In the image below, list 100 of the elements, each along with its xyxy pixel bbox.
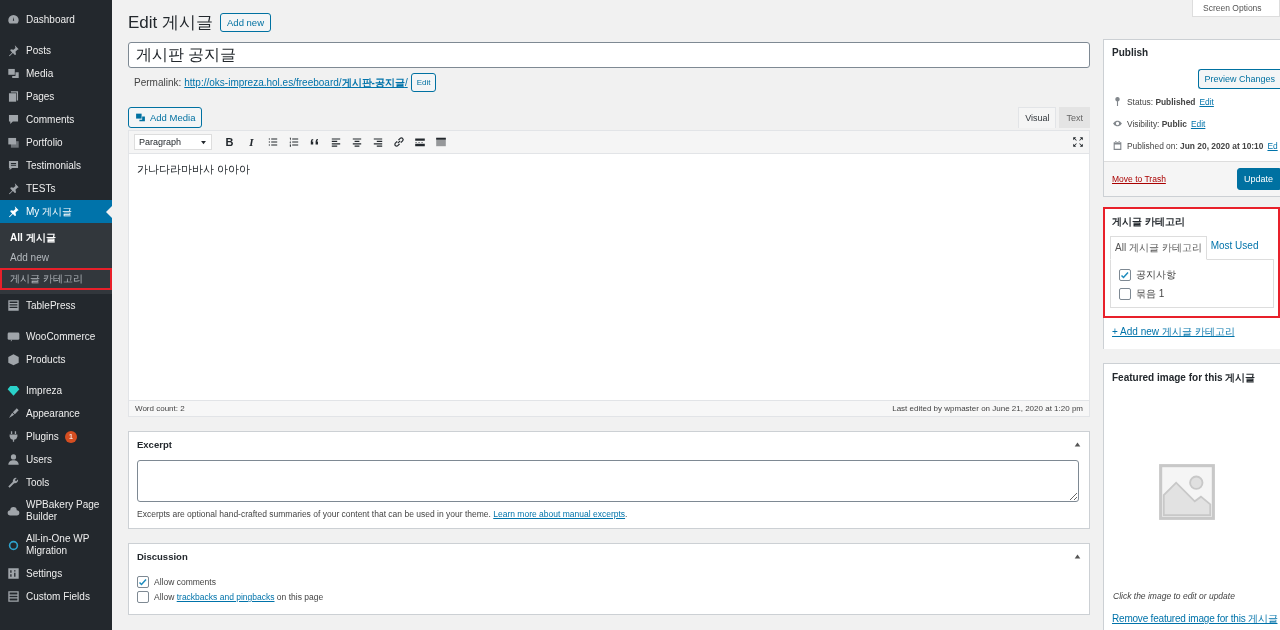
plug-icon (7, 430, 20, 443)
last-edited-note: Last edited by wpmaster on June 21, 2020 at 1:20 pm (892, 404, 1083, 413)
menu-item[interactable]: Appearance (0, 402, 112, 425)
speech-bubble-icon (7, 159, 20, 172)
panel-title: 게시글 카테고리 (1111, 215, 1186, 229)
cloud-icon (7, 504, 20, 518)
pin-icon (7, 44, 20, 57)
media-icon (135, 112, 146, 123)
edit-link[interactable]: Edit (1190, 118, 1206, 129)
pin-icon (1112, 96, 1123, 107)
menu-item[interactable]: Media (0, 62, 112, 85)
pages-icon (7, 90, 20, 103)
checkbox[interactable] (1119, 288, 1131, 300)
caret-icon (200, 138, 207, 146)
read-more-icon[interactable] (414, 136, 426, 148)
calendar-icon (1112, 140, 1123, 151)
menu-item[interactable]: Testimonials (0, 154, 112, 177)
menu-item[interactable]: Dashboard (0, 8, 112, 31)
ring-icon (7, 538, 20, 552)
italic-button[interactable]: I (245, 136, 258, 148)
edit-link[interactable]: Edit (1199, 96, 1214, 107)
editor-text: 가나다라마바사 아아아 (137, 163, 250, 175)
bullet-list-icon[interactable] (267, 136, 279, 148)
add-media-button[interactable]: Add Media (128, 107, 203, 128)
menu-item[interactable]: TESTs (0, 177, 112, 200)
menu-item[interactable]: Settings (0, 562, 112, 585)
dashboard-icon (7, 13, 20, 26)
menu-item[interactable]: Pages (0, 85, 112, 108)
menu-item[interactable]: Custom Fields (0, 585, 112, 608)
menu-item[interactable]: Tools (0, 471, 112, 494)
table-icon (7, 299, 20, 312)
menu-item[interactable]: All-in-One WP Migration (0, 528, 112, 562)
pin-icon (7, 182, 20, 195)
comment-icon (7, 113, 20, 126)
pin-icon (7, 205, 20, 218)
submenu-item[interactable]: Add new (0, 248, 112, 268)
toolbar-toggle-icon[interactable] (435, 136, 447, 148)
submenu-item[interactable]: All 게시글 (0, 228, 112, 248)
brush-icon (7, 407, 20, 420)
permalink-link[interactable]: http://oks-impreza.hol.es/freeboard/게시판-공지글/ (184, 75, 408, 90)
add-new-button[interactable]: Add new (220, 13, 271, 32)
panel-title: Featured image for this 게시글 (1111, 371, 1257, 385)
woo-icon (7, 330, 20, 343)
help-text: Excerpts are optional hand-crafted summaries of your content that can be used in your theme. Learn more about manual excerpts. (137, 509, 629, 519)
checkbox[interactable] (137, 576, 149, 588)
menu-item[interactable]: Impreza (0, 379, 112, 402)
sliders-icon (7, 567, 20, 580)
edit-link[interactable]: Ed (1267, 140, 1278, 151)
menu-item[interactable]: WPBakery Page Builder (0, 494, 112, 528)
panel-title: Publish (1111, 46, 1150, 60)
category-label: 묶음 1 (1136, 287, 1165, 301)
wrench-icon (7, 476, 20, 489)
menu-item[interactable]: Users (0, 448, 112, 471)
screen-options-tab[interactable]: Screen Options (1192, 0, 1280, 17)
trackbacks-link[interactable]: trackbacks and pingbacks (176, 592, 275, 602)
collapse-icon (1074, 553, 1081, 560)
format-dropdown[interactable]: Paragraph (134, 134, 212, 150)
update-button[interactable]: Update (1236, 168, 1280, 190)
numbered-list-icon[interactable] (288, 136, 300, 148)
checkbox[interactable] (137, 591, 149, 603)
bold-button[interactable]: B (223, 136, 236, 148)
option-label: Allow comments (154, 577, 216, 587)
menu-item[interactable]: WooCommerce (0, 325, 112, 348)
collapse-icon (1074, 441, 1081, 448)
expand-icon (1072, 136, 1084, 148)
status-text: Visibility: Public (1127, 118, 1187, 129)
permalink-label: Permalink: (134, 77, 182, 88)
menu-item[interactable]: Comments (0, 108, 112, 131)
editor-tab[interactable]: Visual (1018, 107, 1057, 128)
trash-link[interactable]: Move to Trash (1112, 174, 1166, 184)
category-tab[interactable]: Most Used (1206, 236, 1263, 259)
category-label: 공지사항 (1136, 268, 1176, 282)
user-icon (7, 453, 20, 466)
category-tab[interactable]: All 게시글 카테고리 (1110, 236, 1207, 260)
menu-item[interactable]: Products (0, 348, 112, 371)
edit-button[interactable]: Edit (410, 73, 437, 92)
menu-item[interactable]: Posts (0, 39, 112, 62)
media-icon (7, 67, 20, 80)
excerpt-field[interactable] (137, 460, 1079, 502)
align-left-icon[interactable] (330, 136, 342, 148)
box-icon (7, 353, 20, 366)
menu-item[interactable]: TablePress (0, 294, 112, 317)
menu-item[interactable]: Portfolio (0, 131, 112, 154)
option-label: Allow trackbacks and pingbacks on this page (154, 592, 324, 602)
link-icon[interactable] (393, 136, 405, 148)
menu-item[interactable]: Plugins 1 (0, 425, 112, 448)
submenu-item[interactable]: 게시글 카테고리 (0, 268, 112, 290)
preview-button[interactable]: Preview Changes (1198, 69, 1280, 89)
gem-icon (7, 384, 20, 397)
checkbox[interactable] (1119, 269, 1131, 281)
align-right-icon[interactable] (372, 136, 384, 148)
form-icon (7, 590, 20, 603)
menu-item[interactable]: My 게시글 (0, 200, 112, 223)
title-field[interactable]: 게시판 공지글 (128, 42, 1090, 68)
hint-text: Click the image to edit or update (1112, 591, 1236, 603)
remove-image-link[interactable]: Remove featured image for this 게시글 (1104, 612, 1280, 630)
status-text: Published on: Jun 20, 2020 at 10:10 (1127, 140, 1264, 151)
editor-tab[interactable]: Text (1059, 107, 1090, 128)
eye-icon (1112, 118, 1123, 129)
align-center-icon[interactable] (351, 136, 363, 148)
